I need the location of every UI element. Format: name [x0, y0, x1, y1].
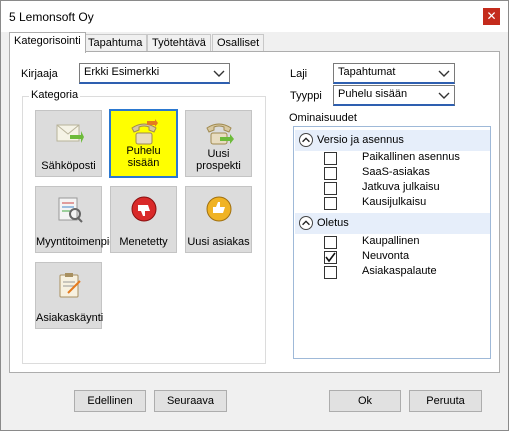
- checkbox[interactable]: [324, 152, 337, 165]
- tyyppi-select[interactable]: Puhelu sisään: [333, 85, 455, 106]
- property-row[interactable]: Asiakaspalaute: [324, 265, 490, 280]
- tile-label: Asiakaskäynti: [36, 312, 104, 324]
- tile-uusi-asiakas[interactable]: Uusi asiakas: [185, 186, 252, 253]
- property-row[interactable]: Kausijulkaisu: [324, 196, 490, 211]
- property-label: Asiakaspalaute: [362, 265, 437, 277]
- checkbox-checked[interactable]: [324, 251, 337, 264]
- tile-label: Puhelu sisään: [126, 145, 161, 169]
- checkbox[interactable]: [324, 197, 337, 210]
- ominaisuudet-list: Versio ja asennus Paikallinen asennus Sa…: [293, 126, 491, 359]
- tab-tyotehtava[interactable]: Työtehtävä: [147, 34, 211, 52]
- property-label: SaaS-asiakas: [362, 166, 430, 178]
- tab-label: Tapahtuma: [88, 37, 143, 49]
- tile-label: Sähköposti: [41, 160, 96, 172]
- collapse-icon: [299, 216, 313, 230]
- property-row[interactable]: Jatkuva julkaisu: [324, 181, 490, 196]
- property-row[interactable]: Neuvonta: [324, 250, 490, 265]
- email-icon: [56, 124, 84, 143]
- thumbs-up-icon: [206, 196, 231, 222]
- property-label: Neuvonta: [362, 250, 410, 262]
- sales-action-icon: [58, 197, 83, 223]
- tab-label: Osalliset: [217, 37, 260, 49]
- kategoria-group: Kategoria Sähköposti Puhelu sisään Uusi …: [22, 89, 266, 364]
- tab-label: Kategorisointi: [14, 35, 81, 47]
- group-title: Versio ja asennus: [317, 134, 404, 146]
- property-label: Jatkuva julkaisu: [362, 181, 440, 193]
- check-icon: [325, 252, 336, 263]
- checkbox[interactable]: [324, 236, 337, 249]
- phone-prospect-icon: [205, 123, 234, 145]
- ok-button[interactable]: Ok: [329, 390, 401, 412]
- thumbs-down-icon: [131, 196, 156, 222]
- next-button[interactable]: Seuraava: [154, 390, 227, 412]
- tab-tapahtuma[interactable]: Tapahtuma: [83, 34, 148, 52]
- close-button[interactable]: ✕: [483, 8, 500, 25]
- laji-value: Tapahtumat: [338, 66, 396, 78]
- group-header-oletus[interactable]: Oletus: [295, 213, 490, 234]
- checkbox[interactable]: [324, 182, 337, 195]
- tile-label: Uusi prospekti: [196, 148, 241, 172]
- tile-asiakaskaynti[interactable]: Asiakaskäynti: [35, 262, 104, 329]
- tile-uusi-prospekti[interactable]: Uusi prospekti: [185, 110, 252, 177]
- checkbox[interactable]: [324, 167, 337, 180]
- property-row[interactable]: Kaupallinen: [324, 235, 490, 250]
- property-label: Kaupallinen: [362, 235, 420, 247]
- kirjaaja-select[interactable]: Erkki Esimerkki: [79, 63, 230, 84]
- tab-panel-kategorisointi: Kirjaaja Erkki Esimerkki Laji Tapahtumat…: [9, 51, 500, 373]
- property-label: Kausijulkaisu: [362, 196, 427, 208]
- close-icon: ✕: [486, 9, 497, 23]
- tab-kategorisointi[interactable]: Kategorisointi: [9, 32, 86, 53]
- tab-label: Työtehtävä: [152, 37, 206, 49]
- clipboard-icon: [59, 273, 81, 298]
- laji-label: Laji: [290, 68, 308, 80]
- tab-osalliset[interactable]: Osalliset: [212, 34, 265, 52]
- property-row[interactable]: SaaS-asiakas: [324, 166, 490, 181]
- checkbox[interactable]: [324, 266, 337, 279]
- tyyppi-value: Puhelu sisään: [338, 88, 408, 100]
- tile-myyntitoimenpide[interactable]: Myyntitoimenpide: [35, 186, 122, 253]
- phone-incoming-icon: [130, 119, 158, 145]
- tile-puhelu-sisaan[interactable]: Puhelu sisään: [109, 109, 178, 178]
- dialog-window: 5 Lemonsoft Oy ✕ Kategorisointi Tapahtum…: [0, 0, 509, 431]
- kategoria-title: Kategoria: [29, 89, 81, 101]
- laji-select[interactable]: Tapahtumat: [333, 63, 455, 84]
- kirjaaja-label: Kirjaaja: [21, 68, 58, 80]
- tile-sahkoposti[interactable]: Sähköposti: [35, 110, 102, 177]
- group-title: Oletus: [317, 217, 349, 229]
- chevron-down-icon: [438, 70, 450, 77]
- tile-label: Menetetty: [119, 236, 168, 248]
- tile-menetetty[interactable]: Menetetty: [110, 186, 177, 253]
- previous-button[interactable]: Edellinen: [74, 390, 146, 412]
- window-title: 5 Lemonsoft Oy: [9, 10, 94, 24]
- property-row[interactable]: Paikallinen asennus: [324, 151, 490, 166]
- chevron-down-icon: [438, 92, 450, 99]
- collapse-icon: [299, 133, 313, 147]
- property-label: Paikallinen asennus: [362, 151, 460, 163]
- tyyppi-label: Tyyppi: [290, 90, 322, 102]
- group-header-versio[interactable]: Versio ja asennus: [295, 130, 490, 151]
- chevron-down-icon: [213, 70, 225, 77]
- cancel-button[interactable]: Peruuta: [409, 390, 482, 412]
- title-bar: 5 Lemonsoft Oy ✕: [1, 1, 508, 32]
- ominaisuudet-title: Ominaisuudet: [289, 112, 357, 124]
- kirjaaja-value: Erkki Esimerkki: [84, 66, 160, 78]
- tile-label: Uusi asiakas: [187, 236, 250, 248]
- tile-label: Myyntitoimenpide: [36, 236, 122, 248]
